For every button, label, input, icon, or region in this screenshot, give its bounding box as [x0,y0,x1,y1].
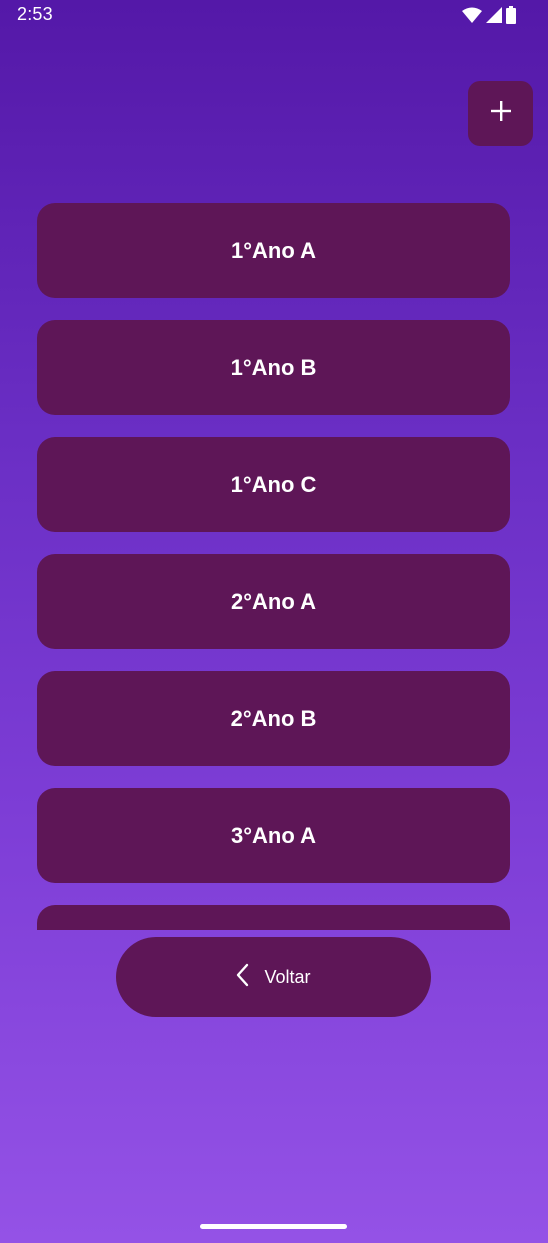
status-bar: 2:53 [0,0,548,30]
plus-icon [490,100,512,127]
class-label: 1°Ano C [230,471,317,497]
status-icons [462,6,516,24]
wifi-icon [462,7,482,23]
list-item[interactable] [37,905,510,930]
list-item[interactable]: 3°Ano A [37,788,510,883]
chevron-left-icon [236,963,250,992]
back-button[interactable]: Voltar [116,937,431,1017]
list-item[interactable]: 1°Ano B [37,320,510,415]
class-label: 3°Ano A [231,822,316,848]
list-item[interactable]: 2°Ano B [37,671,510,766]
class-label: 1°Ano A [231,237,316,263]
back-label: Voltar [264,966,311,987]
list-item[interactable]: 2°Ano A [37,554,510,649]
list-item[interactable]: 1°Ano C [37,437,510,532]
class-label: 1°Ano B [230,354,317,380]
add-class-button[interactable] [468,81,533,146]
status-time: 2:53 [17,4,53,24]
cell-signal-icon [486,7,502,23]
battery-icon [506,6,516,24]
class-label: 2°Ano A [231,588,316,614]
list-item[interactable]: 1°Ano A [37,203,510,298]
navigation-handle[interactable] [200,1224,347,1229]
class-list[interactable]: 1°Ano A 1°Ano B 1°Ano C 2°Ano A 2°Ano B … [37,203,510,930]
class-label: 2°Ano B [230,705,317,731]
